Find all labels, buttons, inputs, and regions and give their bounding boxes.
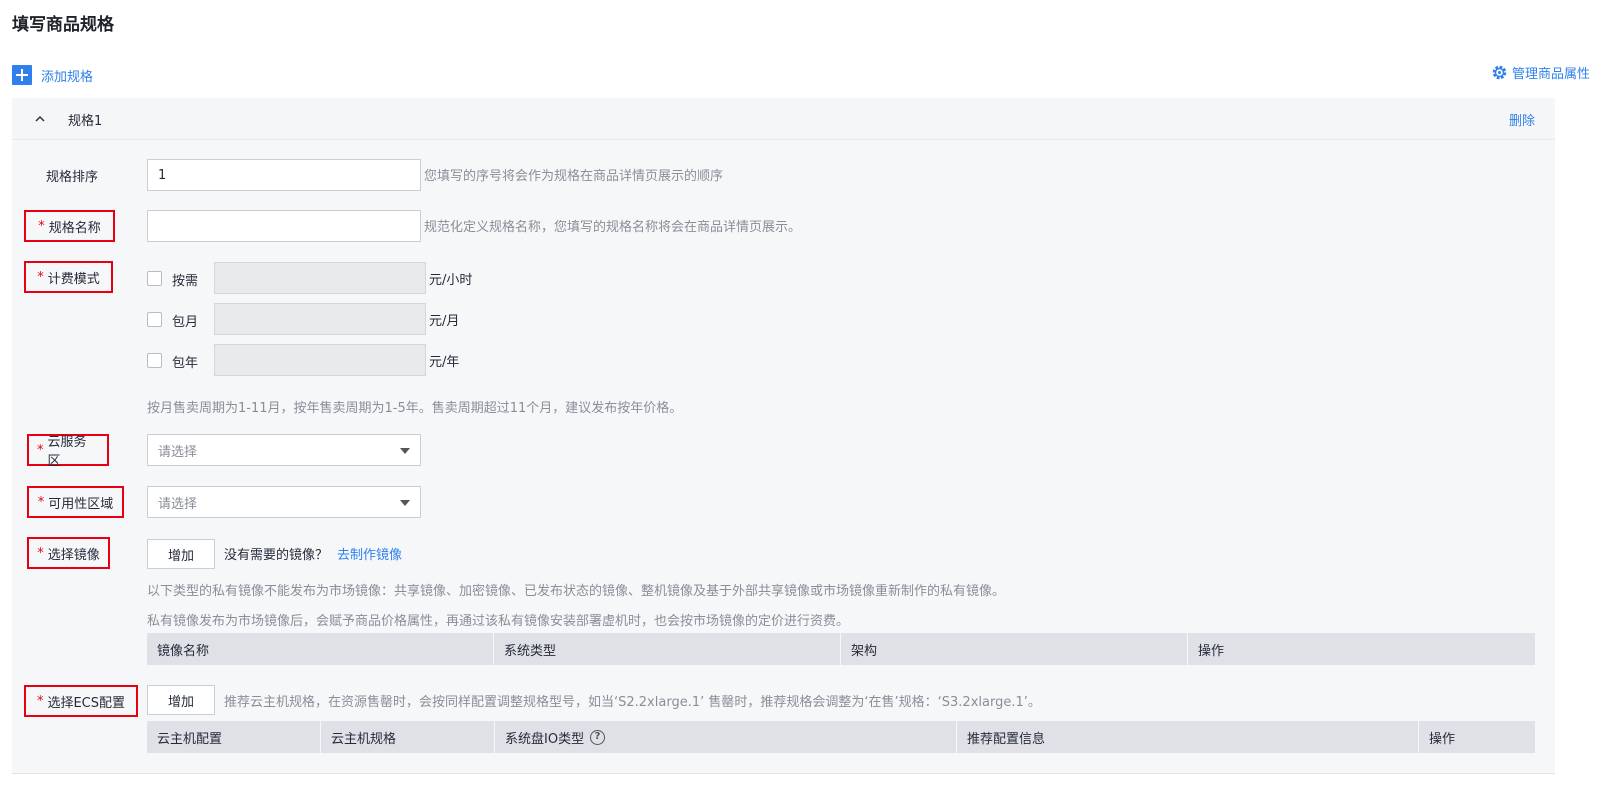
required-highlight-name: * 规格名称	[24, 210, 115, 242]
add-ecs-button[interactable]: 增加	[147, 685, 215, 715]
billing-ondemand-unit: 元/小时	[429, 273, 473, 288]
required-highlight-region: * 云服务区	[27, 434, 109, 469]
ecs-col-flavor: 云主机规格	[321, 721, 495, 753]
image-col-os: 系统类型	[494, 633, 841, 665]
billing-yearly-label: 包年	[172, 356, 199, 371]
billing-hint: 按月售卖周期为1-11月，按年售卖周期为1-5年。售卖周期超过11个月，建议发布…	[147, 401, 683, 416]
billing-monthly-price-input[interactable]	[214, 303, 426, 335]
billing-label: 计费模式	[47, 271, 100, 287]
spec-panel-header[interactable]: 规格1 删除	[12, 98, 1555, 140]
no-image-text: 没有需要的镜像？	[224, 548, 329, 563]
image-label: 选择镜像	[47, 547, 100, 563]
add-spec-button[interactable]: 添加规格	[12, 65, 93, 85]
manage-attr-label[interactable]: 管理商品属性	[1512, 63, 1590, 82]
ecs-col-disk-io: 系统盘IO类型 ?	[495, 721, 957, 753]
billing-monthly-checkbox[interactable]	[147, 312, 162, 327]
chevron-up-icon[interactable]	[34, 113, 46, 125]
spec-panel-title: 规格1	[68, 114, 103, 129]
region-select-placeholder: 请选择	[158, 444, 198, 460]
image-col-name: 镜像名称	[147, 633, 494, 665]
billing-monthly-label: 包月	[172, 315, 199, 330]
gear-icon	[1492, 65, 1507, 80]
ecs-label: 选择ECS配置	[47, 695, 126, 711]
add-spec-label[interactable]: 添加规格	[41, 66, 93, 85]
image-col-actions: 操作	[1198, 643, 1225, 659]
required-star: *	[38, 218, 45, 234]
ecs-hint: 推荐云主机规格，在资源售罄时，会按同样配置调整规格型号，如当‘S2.2xlarg…	[224, 695, 1041, 710]
required-star: *	[37, 494, 45, 510]
ecs-col-recommend: 推荐配置信息	[957, 721, 1419, 753]
required-highlight-az: * 可用性区域	[27, 486, 124, 518]
required-highlight-billing: * 计费模式	[24, 261, 113, 293]
ecs-col-disk-io-label: 系统盘IO类型	[505, 731, 585, 747]
az-select[interactable]: 请选择	[147, 486, 421, 518]
page-title: 填写商品规格	[12, 15, 114, 35]
required-star: *	[37, 442, 44, 458]
region-label: 云服务区	[47, 435, 87, 469]
billing-yearly-unit: 元/年	[429, 355, 460, 370]
billing-yearly-price-input[interactable]	[214, 344, 426, 376]
sort-hint: 您填写的序号将会作为规格在商品详情页展示的顺序	[424, 169, 724, 184]
sort-input[interactable]: 1	[147, 159, 421, 191]
manage-attr-button[interactable]: 管理商品属性	[1492, 63, 1590, 82]
spec-panel: 规格1 删除 规格排序 1 您填写的序号将会作为规格在商品详情页展示的顺序 * …	[12, 98, 1555, 774]
az-select-placeholder: 请选择	[158, 496, 198, 512]
billing-yearly-checkbox[interactable]	[147, 353, 162, 368]
image-col-arch: 架构	[841, 633, 1188, 665]
required-highlight-ecs: * 选择ECS配置	[24, 685, 138, 717]
caret-down-icon	[400, 500, 410, 506]
ecs-table-header: 云主机配置 云主机规格 系统盘IO类型 ? 推荐配置信息 操作	[147, 721, 1535, 753]
ecs-col-config: 云主机配置	[147, 721, 321, 753]
help-icon[interactable]: ?	[590, 729, 606, 745]
make-image-link[interactable]: 去制作镜像	[337, 544, 402, 563]
name-hint: 规范化定义规格名称，您填写的规格名称将会在商品详情页展示。	[424, 220, 802, 235]
delete-spec-link[interactable]: 删除	[1509, 110, 1535, 129]
add-image-button[interactable]: 增加	[147, 539, 215, 569]
ecs-col-actions: 操作	[1429, 731, 1456, 747]
plus-icon	[12, 65, 32, 85]
region-select[interactable]: 请选择	[147, 434, 421, 466]
required-star: *	[36, 693, 44, 709]
billing-ondemand-price-input[interactable]	[214, 262, 426, 294]
name-label: 规格名称	[48, 220, 101, 236]
billing-ondemand-label: 按需	[172, 274, 199, 289]
name-input[interactable]	[147, 210, 421, 242]
required-highlight-image: * 选择镜像	[27, 537, 110, 569]
az-label: 可用性区域	[48, 496, 114, 512]
required-star: *	[37, 545, 44, 561]
caret-down-icon	[400, 448, 410, 454]
billing-monthly-unit: 元/月	[429, 314, 460, 329]
image-table-header: 镜像名称 系统类型 架构 操作	[147, 633, 1535, 665]
billing-ondemand-checkbox[interactable]	[147, 271, 162, 286]
required-star: *	[37, 269, 44, 285]
image-note-2: 私有镜像发布为市场镜像后，会赋予商品价格属性，再通过该私有镜像安装部署虚机时，也…	[147, 614, 850, 629]
sort-label: 规格排序	[46, 170, 99, 185]
image-note-1: 以下类型的私有镜像不能发布为市场镜像：共享镜像、加密镜像、已发布状态的镜像、整机…	[147, 584, 1006, 599]
